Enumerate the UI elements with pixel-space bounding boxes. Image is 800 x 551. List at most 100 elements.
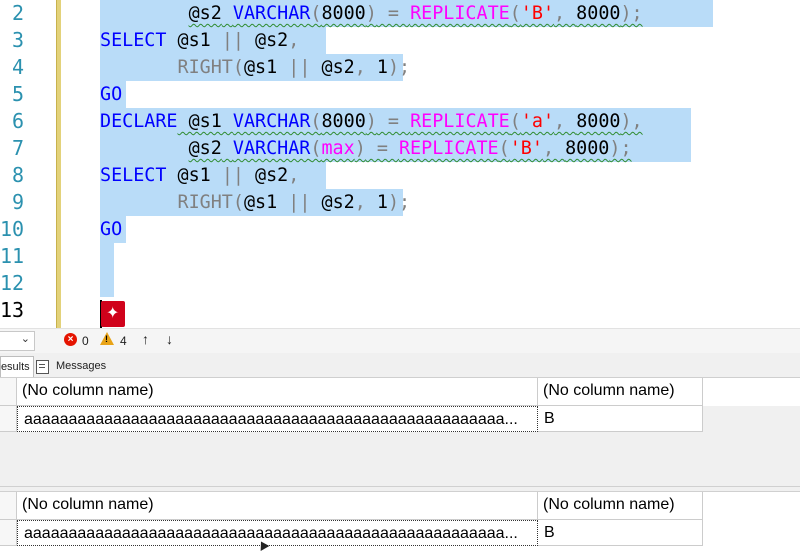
tab-results[interactable]: Results xyxy=(0,356,34,377)
code-token: @s1 xyxy=(177,111,233,132)
code-token: @s1 xyxy=(166,165,222,186)
zoom-dropdown[interactable]: ⌄ xyxy=(0,331,35,351)
code-token: @s2 xyxy=(243,165,289,186)
code-token: , xyxy=(288,30,300,51)
code-token: ) xyxy=(365,3,377,24)
selection-highlight xyxy=(100,270,114,297)
grid-cell[interactable]: B xyxy=(538,406,703,432)
line-number: 10 xyxy=(0,217,25,241)
code-line[interactable]: SELECT @s1 || @s2, xyxy=(100,162,299,189)
code-token: , xyxy=(542,138,566,159)
code-token: || xyxy=(288,192,311,213)
column-header[interactable]: (No column name) xyxy=(538,492,703,520)
line-number: 2 xyxy=(11,1,24,25)
row-header[interactable] xyxy=(0,406,17,432)
warning-icon[interactable]: ! xyxy=(100,332,114,345)
line-number: 13 xyxy=(0,298,25,322)
warning-glyph: ! xyxy=(105,334,108,344)
code-token: , xyxy=(554,111,577,132)
code-line[interactable]: @s2 VARCHAR(max) = REPLICATE('B', 8000); xyxy=(100,135,632,162)
code-token: ( xyxy=(498,138,510,159)
grid-header-row: (No column name) (No column name) xyxy=(0,492,800,520)
code-token: || xyxy=(288,57,311,78)
code-token: ) xyxy=(354,138,366,159)
sparkle-icon: ✦ xyxy=(106,305,120,322)
code-token: 8000 xyxy=(576,111,621,132)
code-line[interactable]: @s2 VARCHAR(8000) = REPLICATE('B', 8000)… xyxy=(100,0,643,27)
code-token: @s1 xyxy=(243,192,289,213)
code-token: ( xyxy=(310,138,322,159)
column-header[interactable]: (No column name) xyxy=(17,378,538,406)
query-editor[interactable]: 2 3 4 5 6 7 8 9 10 11 12 13 @s2 VARCHAR(8000) = REP… xyxy=(0,0,800,330)
code-token: @s2 xyxy=(243,30,289,51)
warning-count[interactable]: 4 xyxy=(120,334,127,348)
code-token: 'a' xyxy=(520,111,555,132)
error-icon[interactable]: × xyxy=(64,333,77,346)
line-number: 3 xyxy=(11,28,24,52)
column-header[interactable]: (No column name) xyxy=(538,378,703,406)
code-token: VARCHAR xyxy=(232,3,311,24)
code-line[interactable]: RIGHT(@s1 || @s2, 1); xyxy=(100,54,411,81)
grid-cell[interactable]: aaaaaaaaaaaaaaaaaaaaaaaaaaaaaaaaaaaaaaaa… xyxy=(17,406,538,432)
code-line[interactable]: DECLARE @s1 VARCHAR(8000) = REPLICATE('a… xyxy=(100,108,643,135)
editor-status-strip: ⌄ × 0 ! 4 ↑ ↓ xyxy=(0,328,800,353)
code-token: REPLICATE xyxy=(410,111,510,132)
quick-action-icon[interactable]: ✦ xyxy=(101,301,125,327)
code-token: ); xyxy=(387,192,411,213)
code-token: ( xyxy=(310,111,322,132)
code-token: @s2 xyxy=(188,3,222,24)
line-number: 4 xyxy=(11,55,24,79)
previous-issue-arrow-icon[interactable]: ↑ xyxy=(142,331,149,347)
code-token: 'B' xyxy=(520,3,555,24)
code-token: 'B' xyxy=(509,138,543,159)
code-token: , xyxy=(288,165,300,186)
chevron-down-icon: ⌄ xyxy=(20,333,30,345)
code-token: RIGHT xyxy=(177,57,233,78)
change-tracking-margin xyxy=(56,0,61,330)
grid-corner[interactable] xyxy=(0,492,17,520)
code-token: 1 xyxy=(376,57,388,78)
code-token: ), xyxy=(620,111,643,132)
code-token: ); xyxy=(387,57,411,78)
line-number: 6 xyxy=(11,109,24,133)
code-token: , xyxy=(554,3,577,24)
code-token: 8000 xyxy=(321,3,366,24)
grid-cell[interactable]: B xyxy=(538,520,703,546)
grid-corner[interactable] xyxy=(0,378,17,406)
code-token: ( xyxy=(509,111,521,132)
code-token: DECLARE xyxy=(100,111,178,132)
row-header[interactable] xyxy=(0,520,17,546)
grid-cell[interactable]: aaaaaaaaaaaaaaaaaaaaaaaaaaaaaaaaaaaaaaaa… xyxy=(17,520,538,546)
code-line[interactable]: RIGHT(@s1 || @s2, 1); xyxy=(100,189,411,216)
error-count[interactable]: 0 xyxy=(82,334,89,348)
result-grid-1[interactable]: (No column name) (No column name) aaaaaa… xyxy=(0,378,800,486)
code-line[interactable]: GO xyxy=(100,216,122,243)
result-grid-2[interactable]: (No column name) (No column name) aaaaaa… xyxy=(0,492,800,551)
code-line[interactable]: GO xyxy=(100,81,122,108)
code-token: || xyxy=(221,30,244,51)
results-tab-strip: Results Messages xyxy=(0,353,800,378)
column-header[interactable]: (No column name) xyxy=(17,492,538,520)
next-issue-arrow-icon[interactable]: ↓ xyxy=(166,331,173,347)
code-token: ) xyxy=(365,111,377,132)
code-line[interactable]: SELECT @s1 || @s2, xyxy=(100,27,299,54)
code-token: ( xyxy=(310,3,322,24)
tab-messages[interactable]: Messages xyxy=(34,356,106,376)
code-token: ( xyxy=(232,192,244,213)
code-token: ); xyxy=(620,3,643,24)
messages-icon xyxy=(36,360,49,374)
code-token: 1 xyxy=(376,192,388,213)
code-token: = xyxy=(365,138,399,159)
code-token: = xyxy=(376,111,411,132)
line-number: 7 xyxy=(11,136,24,160)
code-token: 8000 xyxy=(576,3,621,24)
line-number: 9 xyxy=(11,190,24,214)
code-token: 8000 xyxy=(565,138,610,159)
grid-header-row: (No column name) (No column name) xyxy=(0,378,800,406)
